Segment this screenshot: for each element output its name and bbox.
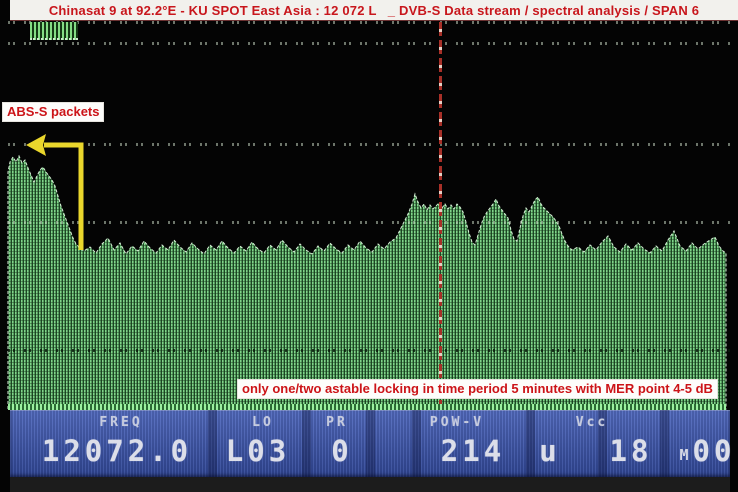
- pow-v-unit: u: [539, 434, 560, 468]
- vcc-label: Vcc: [576, 415, 608, 430]
- title-text: Chinasat 9 at 92.2°E - KU SPOT East Asia…: [49, 3, 699, 18]
- h-gridline: [8, 349, 732, 352]
- center-frequency-marker: [439, 22, 442, 408]
- h-gridline: [8, 143, 732, 146]
- abs-s-packets-label: ABS-S packets: [2, 102, 104, 122]
- status-separator: [366, 410, 375, 477]
- memory-prefix: M: [679, 446, 688, 464]
- satellite-meter-screen: Chinasat 9 at 92.2°E - KU SPOT East Asia…: [0, 0, 738, 492]
- h-gridline: [8, 21, 732, 24]
- freq-value: 12072.0: [42, 434, 192, 468]
- h-gridline: [8, 221, 732, 224]
- bottom-bezel-strip: [10, 477, 730, 492]
- status-separator: [208, 410, 217, 477]
- status-separator: [302, 410, 311, 477]
- freq-label: FREQ: [99, 415, 142, 430]
- locking-note-label: only one/two astable locking in time per…: [237, 379, 718, 399]
- signal-block-top-left: [30, 22, 78, 40]
- pr-label: PR: [326, 415, 348, 430]
- vcc-value: 18: [610, 434, 653, 468]
- pr-value: 0: [331, 434, 352, 468]
- spectrum-trace: [8, 156, 726, 409]
- status-separator: [412, 410, 421, 477]
- title-bar: Chinasat 9 at 92.2°E - KU SPOT East Asia…: [10, 0, 738, 21]
- h-gridline: [8, 42, 732, 45]
- status-separator: [660, 410, 669, 477]
- pow-v-label: POW-V: [430, 415, 484, 430]
- status-separator: [526, 410, 535, 477]
- pow-v-value: 214: [441, 434, 505, 468]
- lo-value: L03: [226, 434, 290, 468]
- status-bar: FREQ 12072.0 LO L03 PR 0 POW-V 214 u Vcc…: [10, 410, 730, 477]
- lo-label: LO: [252, 415, 274, 430]
- memory-value: 00: [693, 434, 736, 468]
